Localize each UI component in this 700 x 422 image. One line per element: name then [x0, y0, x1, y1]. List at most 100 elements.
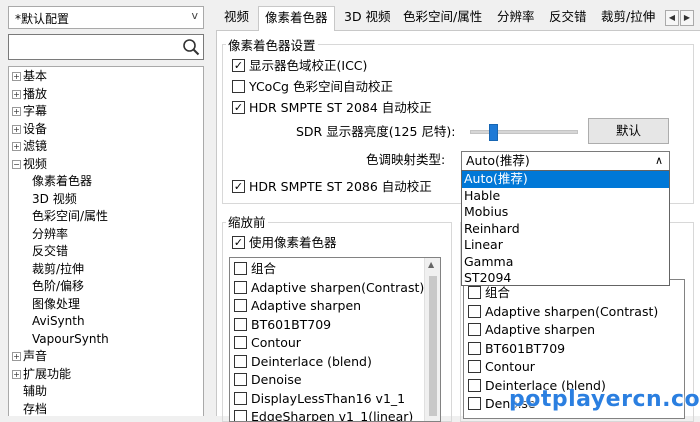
tree-item-image-processing[interactable]: 图像处理 [32, 296, 80, 313]
checkbox-icon[interactable] [468, 397, 481, 410]
before-shader-list[interactable]: 组合 Adaptive sharpen(Contrast) Adaptive s… [229, 257, 441, 422]
hdr2084-checkbox[interactable]: HDR SMPTE ST 2084 自动校正 [232, 99, 432, 117]
sdr-brightness-slider-track[interactable] [470, 130, 578, 134]
hdr2086-label: HDR SMPTE ST 2086 自动校正 [249, 179, 432, 194]
tree-item-subtitles[interactable]: + 字幕 [12, 103, 47, 120]
tab-color-space[interactable]: 色彩空间/属性 [397, 6, 488, 30]
checkbox-icon[interactable] [468, 360, 481, 373]
list-item[interactable]: 组合 [234, 260, 276, 278]
tonemap-option-auto[interactable]: Auto(推荐) [462, 171, 669, 188]
checkbox-icon[interactable] [234, 280, 247, 294]
tree-item-audio[interactable]: + 声音 [12, 348, 47, 365]
tree-item-pixel-shader[interactable]: 像素着色器 [32, 173, 92, 190]
tree-item-deinterlace[interactable]: 反交错 [32, 243, 68, 260]
list-item[interactable]: BT601BT709 [468, 340, 565, 358]
checkbox-icon[interactable] [234, 410, 247, 421]
expand-icon[interactable]: + [12, 72, 21, 81]
list-item[interactable]: Adaptive sharpen [234, 297, 361, 315]
ycocg-checkbox[interactable]: YCoCg 色彩空间自动校正 [232, 78, 393, 96]
tonemap-option-mobius[interactable]: Mobius [462, 204, 669, 221]
tree-item-filters[interactable]: + 滤镜 [12, 138, 47, 155]
before-list-scrollbar[interactable]: ▲ [424, 258, 440, 421]
list-item[interactable]: Adaptive sharpen(Contrast) [468, 303, 658, 321]
expand-icon[interactable]: + [12, 142, 21, 151]
tab-pixel-shader[interactable]: 像素着色器 [258, 6, 335, 31]
list-item[interactable]: Contour [468, 358, 535, 376]
checkbox-icon[interactable] [234, 391, 247, 405]
scroll-up-icon[interactable]: ▲ [428, 260, 434, 269]
list-item[interactable]: EdgeSharpen v1_1(linear) [234, 408, 413, 421]
tree-item-video[interactable]: − 视频 [12, 156, 47, 173]
sdr-brightness-slider-thumb[interactable] [489, 124, 498, 141]
checkbox-icon[interactable] [468, 286, 481, 299]
hdr2086-checkbox[interactable]: HDR SMPTE ST 2086 自动校正 [232, 178, 432, 196]
list-item[interactable]: Deinterlace (blend) [234, 353, 372, 371]
tree-item-playback[interactable]: + 播放 [12, 86, 47, 103]
checkbox-icon[interactable] [232, 59, 245, 72]
tonemap-option-reinhard[interactable]: Reinhard [462, 221, 669, 238]
checkbox-icon[interactable] [468, 304, 481, 318]
list-item[interactable]: Denoise [234, 371, 302, 389]
list-item[interactable]: Adaptive sharpen(Contrast) [234, 279, 424, 297]
checkbox-icon[interactable] [468, 323, 481, 336]
checkbox-icon[interactable] [234, 373, 247, 386]
tonemap-option-linear[interactable]: Linear [462, 237, 669, 254]
checkbox-icon[interactable] [232, 80, 245, 93]
tonemap-option-gamma[interactable]: Gamma [462, 254, 669, 271]
tab-scroll-right-icon[interactable]: ▶ [680, 10, 694, 26]
checkbox-icon[interactable] [232, 180, 245, 193]
checkbox-icon[interactable] [468, 341, 481, 355]
tree-item-archive[interactable]: 存档 [23, 401, 47, 418]
tree-item-vapoursynth[interactable]: VapourSynth [32, 331, 109, 348]
expand-icon[interactable]: + [12, 369, 21, 379]
tree-item-extensions[interactable]: + 扩展功能 [12, 366, 71, 383]
checkbox-icon[interactable] [234, 354, 247, 368]
tree-item-devices[interactable]: + 设备 [12, 121, 47, 138]
checkbox-icon[interactable] [234, 317, 247, 331]
checkbox-icon[interactable] [468, 378, 481, 392]
tab-resolution[interactable]: 分辨率 [491, 6, 541, 30]
tab-crop-stretch[interactable]: 裁剪/拉伸 [595, 6, 661, 30]
settings-tree[interactable]: + 基本 + 播放 + 字幕 + 设备 + 滤镜 − 视频 像素着色器 3D 视频 色彩空间… [8, 66, 204, 416]
list-item[interactable]: BT601BT709 [234, 316, 331, 334]
list-item-label: Adaptive sharpen(Contrast) [485, 303, 659, 319]
tree-item-color-space[interactable]: 色彩空间/属性 [32, 208, 108, 225]
search-icon[interactable] [182, 38, 200, 59]
tree-item-basic[interactable]: + 基本 [12, 68, 47, 85]
tab-deinterlace[interactable]: 反交错 [543, 6, 593, 30]
tab-video[interactable]: 视频 [218, 6, 255, 30]
checkbox-icon[interactable] [232, 101, 245, 114]
icc-checkbox[interactable]: 显示器色域校正(ICC) [232, 57, 367, 75]
checkbox-icon[interactable] [234, 262, 247, 275]
checkbox-icon[interactable] [234, 299, 247, 312]
tab-3d-video[interactable]: 3D 视频 [338, 6, 397, 30]
checkbox-icon[interactable] [232, 236, 245, 249]
tree-item-levels-offset[interactable]: 色阶/偏移 [32, 278, 84, 295]
profile-select[interactable]: *默认配置 v [8, 6, 204, 29]
expand-icon[interactable]: + [12, 107, 21, 116]
list-item-label: Adaptive sharpen [251, 298, 362, 313]
tree-item-resolution[interactable]: 分辨率 [32, 226, 68, 243]
expand-icon[interactable]: + [12, 89, 21, 99]
list-item[interactable]: Contour [234, 334, 301, 352]
list-item[interactable]: DisplayLessThan16 v1_1 [234, 390, 405, 408]
list-item[interactable]: Adaptive sharpen [468, 321, 595, 339]
tonemap-option-hable[interactable]: Hable [462, 188, 669, 205]
tab-scroll-left-icon[interactable]: ◀ [665, 10, 679, 26]
before-use-shader-checkbox[interactable]: 使用像素着色器 [232, 234, 337, 252]
tree-item-3d-video[interactable]: 3D 视频 [32, 191, 77, 208]
tree-item-avisynth[interactable]: AviSynth [32, 313, 85, 330]
expand-icon[interactable]: + [12, 124, 21, 134]
default-button[interactable]: 默认 [588, 118, 669, 144]
scrollbar-thumb[interactable] [429, 276, 437, 416]
checkbox-icon[interactable] [234, 336, 247, 349]
expand-icon[interactable]: + [12, 352, 21, 361]
tonemap-option-st2094[interactable]: ST2094 [462, 270, 669, 287]
search-input[interactable] [8, 34, 204, 60]
tree-item-accessibility[interactable]: 辅助 [23, 383, 47, 400]
tonemap-select[interactable]: Auto(推荐) ∧ [461, 151, 670, 171]
list-item[interactable]: 组合 [468, 284, 510, 302]
tree-item-crop-stretch[interactable]: 裁剪/拉伸 [32, 261, 84, 278]
collapse-icon[interactable]: − [12, 159, 21, 169]
tonemap-dropdown-list[interactable]: Auto(推荐) Hable Mobius Reinhard Linear Ga… [461, 170, 670, 286]
